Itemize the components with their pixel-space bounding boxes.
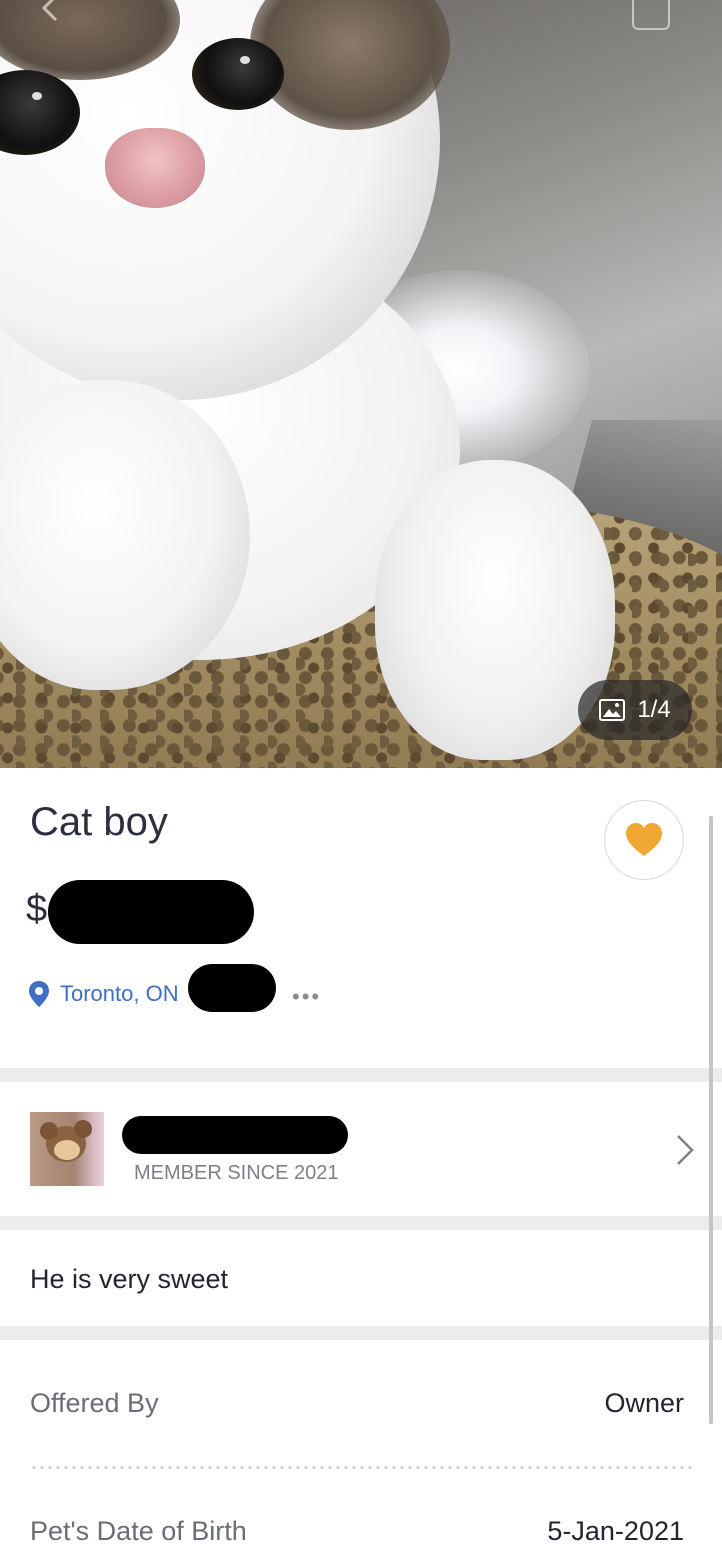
detail-value: 5-Jan-2021	[547, 1516, 684, 1546]
cat-eye	[192, 38, 284, 110]
redacted-seller-name	[122, 1116, 348, 1154]
listing-description: He is very sweet	[30, 1264, 229, 1294]
favorite-button[interactable]	[604, 800, 684, 880]
detail-label: Offered By	[30, 1388, 159, 1418]
chevron-right-icon	[677, 1135, 694, 1165]
dotted-divider	[30, 1466, 692, 1469]
section-divider	[0, 1326, 722, 1340]
listing-title: Cat boy	[30, 800, 168, 844]
location-pin-icon	[29, 981, 49, 1007]
share-icon[interactable]	[632, 0, 670, 30]
seller-row[interactable]: MEMBER SINCE 2021	[0, 1084, 722, 1216]
photo-counter[interactable]: 1/4	[578, 680, 692, 740]
scrollbar[interactable]	[709, 816, 713, 1424]
listing-location[interactable]: Toronto, ON	[28, 980, 179, 1008]
cat-nose	[105, 128, 205, 208]
listing-photo[interactable]: 1/4	[0, 0, 722, 768]
location-text: Toronto, ON	[60, 981, 179, 1006]
detail-value: Owner	[604, 1388, 684, 1418]
back-arrow-icon[interactable]	[30, 0, 70, 24]
avatar	[30, 1112, 104, 1186]
redacted-location	[188, 964, 276, 1012]
section-divider	[0, 1068, 722, 1082]
redacted-price	[48, 880, 254, 944]
detail-label: Pet's Date of Birth	[30, 1516, 247, 1546]
heart-icon	[626, 823, 662, 856]
detail-offered-by: Offered By Owner	[30, 1388, 684, 1419]
section-divider	[0, 1216, 722, 1230]
detail-date-of-birth: Pet's Date of Birth 5-Jan-2021	[30, 1516, 684, 1547]
member-since: MEMBER SINCE 2021	[134, 1162, 339, 1184]
listing-price: $	[26, 888, 48, 930]
more-options-icon[interactable]: •••	[292, 984, 321, 1010]
photo-counter-text: 1/4	[637, 696, 671, 723]
image-icon	[599, 699, 626, 721]
